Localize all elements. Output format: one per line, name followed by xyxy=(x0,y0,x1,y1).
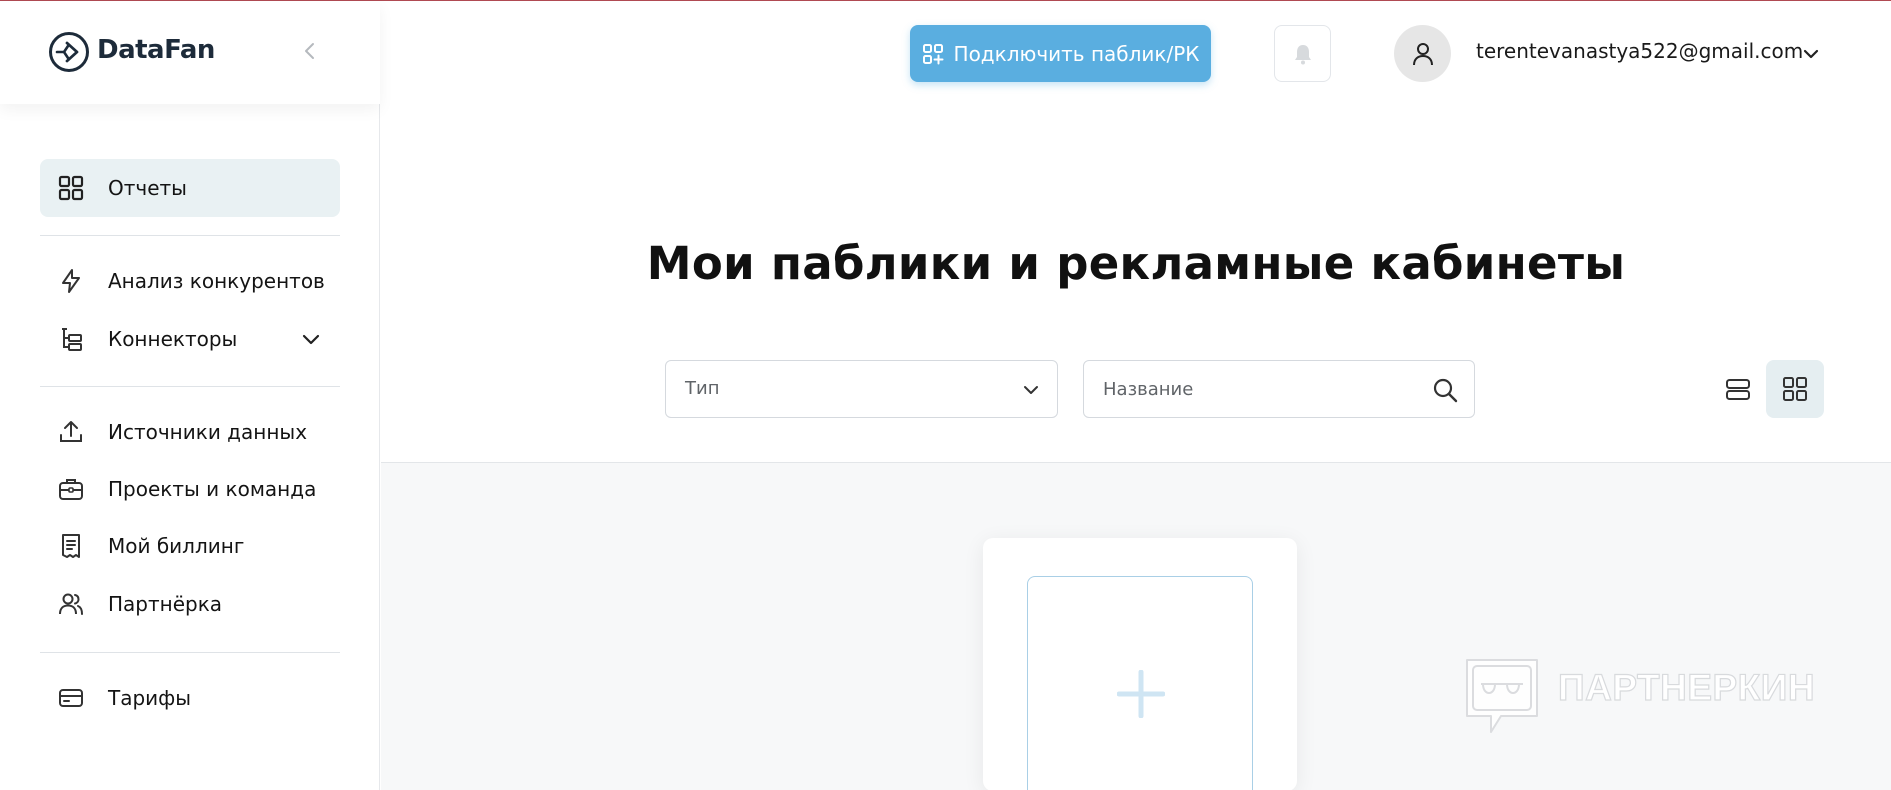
add-public-button[interactable] xyxy=(1027,576,1253,790)
sidebar-item-projects[interactable]: Проекты и команда xyxy=(40,460,340,518)
users-icon xyxy=(59,593,83,615)
sidebar-item-competitors[interactable]: Анализ конкурентов xyxy=(40,252,340,310)
upload-icon xyxy=(60,421,82,442)
add-public-card xyxy=(983,538,1297,790)
user-icon xyxy=(1412,42,1433,65)
sidebar: Отчеты Анализ конкурентов Коннекторы Ист… xyxy=(0,104,380,790)
type-select-value: Тип xyxy=(685,378,720,399)
plus-icon xyxy=(1117,670,1165,718)
briefcase-icon xyxy=(59,479,83,500)
user-email[interactable]: terentevanastya522@gmail.com xyxy=(1476,39,1803,63)
bell-icon xyxy=(1294,44,1311,64)
grid-view-icon xyxy=(1783,377,1807,401)
sidebar-item-label: Проекты и команда xyxy=(108,477,317,501)
add-grid-icon xyxy=(922,43,944,64)
name-search-field xyxy=(1083,360,1475,418)
connect-public-label: Подключить паблик/РК xyxy=(953,41,1200,66)
logo-text: DataFan xyxy=(97,35,215,65)
chevron-down-icon xyxy=(1024,386,1038,394)
sidebar-item-label: Анализ конкурентов xyxy=(108,269,325,293)
grid-icon xyxy=(58,175,84,201)
search-input[interactable] xyxy=(1084,361,1414,417)
divider xyxy=(40,386,340,387)
collapse-sidebar-icon[interactable] xyxy=(298,39,322,63)
divider xyxy=(40,652,340,653)
tree-icon xyxy=(62,328,82,351)
notifications-button[interactable] xyxy=(1274,25,1331,82)
sidebar-item-data-sources[interactable]: Источники данных xyxy=(40,403,340,461)
type-select[interactable]: Тип xyxy=(665,360,1058,418)
list-view-toggle[interactable] xyxy=(1709,360,1767,418)
page-title: Мои паблики и рекламные кабинеты xyxy=(646,237,1626,290)
brand-header: DataFan xyxy=(0,1,380,104)
sidebar-item-partners[interactable]: Партнёрка xyxy=(40,575,340,633)
sidebar-item-label: Мой биллинг xyxy=(108,534,245,558)
grid-view-toggle[interactable] xyxy=(1766,360,1824,418)
divider xyxy=(40,235,340,236)
watermark-text: ПАРТНЕРКИН xyxy=(1557,666,1816,708)
sidebar-item-label: Источники данных xyxy=(108,420,308,444)
credit-card-icon xyxy=(59,689,83,707)
list-view-icon xyxy=(1726,379,1750,400)
sidebar-item-reports[interactable]: Отчеты xyxy=(40,159,340,217)
logo-icon xyxy=(49,32,89,72)
sidebar-item-label: Отчеты xyxy=(108,176,187,200)
connect-public-button[interactable]: Подключить паблик/РК xyxy=(910,25,1211,82)
sidebar-item-billing[interactable]: Мой биллинг xyxy=(40,517,340,575)
sidebar-item-label: Коннекторы xyxy=(108,327,238,351)
sidebar-item-tariffs[interactable]: Тарифы xyxy=(40,669,340,727)
lightning-icon xyxy=(62,269,80,293)
sidebar-item-label: Партнёрка xyxy=(108,592,223,616)
sidebar-item-connectors[interactable]: Коннекторы xyxy=(40,310,340,368)
avatar[interactable] xyxy=(1394,25,1451,82)
chevron-down-icon[interactable] xyxy=(300,328,322,350)
receipt-icon xyxy=(62,534,80,558)
search-icon[interactable] xyxy=(1432,377,1458,403)
chevron-down-icon[interactable] xyxy=(1800,43,1822,65)
sidebar-item-label: Тарифы xyxy=(108,686,192,710)
